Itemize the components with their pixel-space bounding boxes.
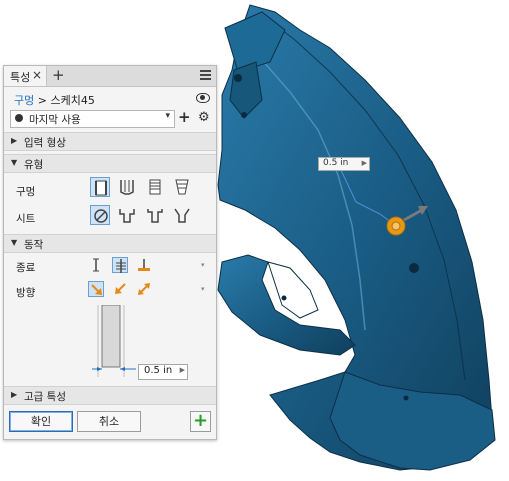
tapped-hole-button[interactable] <box>145 177 165 197</box>
properties-panel: 특성 × + 구멍 > 스케치45 마지막 사용 ▾ + ⚙ ▶ 입력 형상 ▼… <box>3 65 217 440</box>
termination-label: 종료 <box>16 262 36 274</box>
viewport-dimension-value: 0.5 in <box>323 158 349 168</box>
viewport-dimension-field[interactable]: 0.5 in ▶ <box>318 157 370 171</box>
collapse-arrow-icon: ▼ <box>11 158 18 167</box>
section-behavior-label: 동작 <box>24 239 44 251</box>
section-input-geometry[interactable]: ▶ 입력 형상 <box>4 132 216 151</box>
section-type[interactable]: ▼ 유형 <box>4 154 216 173</box>
eye-icon[interactable] <box>196 93 210 103</box>
direction-label: 방향 <box>16 287 36 299</box>
default-direction-button[interactable] <box>88 281 104 297</box>
panel-tab-bar: 특성 × + <box>4 66 216 87</box>
flipped-direction-button[interactable] <box>112 281 128 297</box>
add-tab-button[interactable]: + <box>52 66 65 84</box>
section-behavior[interactable]: ▼ 동작 <box>4 234 216 253</box>
section-input-geometry-label: 입력 형상 <box>24 137 66 149</box>
preset-value: 마지막 사용 <box>29 114 81 126</box>
expand-arrow-icon: ▶ <box>11 136 18 145</box>
clock-icon <box>15 114 23 122</box>
diameter-caret-icon[interactable]: ▶ <box>180 366 185 374</box>
hamburger-menu-icon[interactable] <box>200 70 211 80</box>
breadcrumb: 구멍 > 스케치45 <box>14 92 95 108</box>
breadcrumb-link-hole[interactable]: 구멍 <box>14 94 34 107</box>
cancel-button[interactable]: 취소 <box>77 411 141 432</box>
chevron-down-icon[interactable]: ▾ <box>165 111 170 121</box>
direction-dropdown-caret-icon[interactable]: ▾ <box>201 285 205 293</box>
counterbore-button[interactable] <box>117 205 137 225</box>
breadcrumb-current: 스케치45 <box>50 94 95 107</box>
simple-hole-button[interactable] <box>90 177 110 197</box>
gear-icon[interactable]: ⚙ <box>198 110 210 125</box>
symmetric-direction-button[interactable] <box>136 281 152 297</box>
hole-type-label: 구멍 <box>16 186 36 198</box>
breadcrumb-separator: > <box>37 94 47 107</box>
diameter-input[interactable]: 0.5 in ▶ <box>138 364 188 380</box>
preset-dropdown[interactable]: 마지막 사용 ▾ <box>10 110 175 128</box>
taper-tapped-hole-button[interactable] <box>172 177 192 197</box>
distance-termination-button[interactable] <box>88 257 104 273</box>
through-all-termination-button[interactable] <box>112 257 128 273</box>
seat-type-label: 시트 <box>16 213 36 225</box>
diameter-value: 0.5 in <box>144 365 173 376</box>
tab-properties-label: 특성 <box>10 71 31 84</box>
add-preset-button[interactable]: + <box>178 108 191 126</box>
close-icon[interactable]: × <box>32 68 42 82</box>
spotface-button[interactable] <box>145 205 165 225</box>
apply-button[interactable]: + <box>190 411 211 432</box>
termination-dropdown-caret-icon[interactable]: ▾ <box>201 261 205 269</box>
collapse-arrow-icon: ▼ <box>11 238 18 247</box>
ok-button[interactable]: 확인 <box>9 411 73 432</box>
to-face-termination-button[interactable] <box>136 257 152 273</box>
countersink-button[interactable] <box>172 205 192 225</box>
section-type-label: 유형 <box>24 159 44 171</box>
viewport-dimension-caret-icon[interactable]: ▶ <box>362 159 367 167</box>
tab-properties[interactable]: 특성 × <box>4 66 47 86</box>
expand-arrow-icon: ▶ <box>11 390 18 399</box>
clearance-hole-button[interactable] <box>117 177 137 197</box>
section-advanced-label: 고급 특성 <box>24 391 66 403</box>
section-advanced[interactable]: ▶ 고급 특성 <box>4 386 216 405</box>
hole-position-handle[interactable] <box>386 216 406 236</box>
no-seat-button[interactable] <box>90 205 110 225</box>
